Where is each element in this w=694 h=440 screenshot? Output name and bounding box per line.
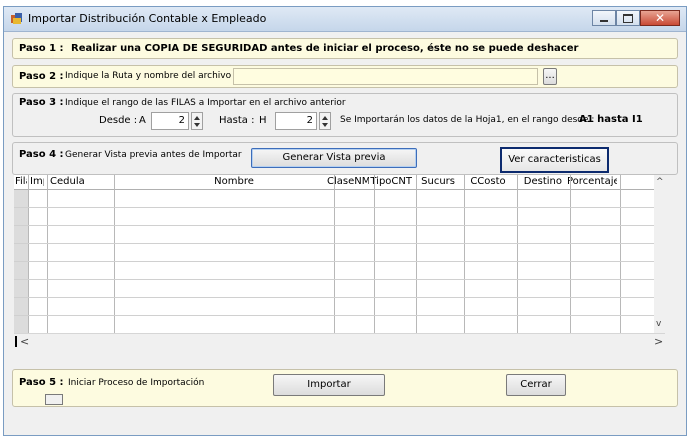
grid-col-divider xyxy=(416,175,417,333)
spinner-down-icon[interactable] xyxy=(322,123,328,127)
col-header-destino[interactable]: Destino xyxy=(516,176,562,188)
spinner-up-icon[interactable] xyxy=(322,116,328,120)
scroll-right-icon[interactable]: > xyxy=(654,335,663,348)
row-position-marker xyxy=(15,336,17,347)
paso3-text: Indique el rango de las FILAS a Importar… xyxy=(65,98,346,108)
col-header-porcentaje[interactable]: Porcentaje xyxy=(567,176,617,188)
grid-col-divider xyxy=(47,175,48,333)
vertical-scrollbar[interactable]: ^ v xyxy=(654,175,665,333)
paso4-panel: Paso 4 : Generar Vista previa antes de I… xyxy=(12,142,678,175)
hasta-spinner[interactable] xyxy=(319,112,331,130)
hasta-value: 2 xyxy=(306,115,313,126)
grid-col-divider xyxy=(334,175,335,333)
hasta-column: H xyxy=(259,115,267,126)
minimize-icon xyxy=(600,20,608,22)
desde-label: Desde : xyxy=(99,115,138,126)
hasta-input[interactable]: 2 xyxy=(275,112,317,130)
spinner-down-icon[interactable] xyxy=(194,123,200,127)
col-header-impo[interactable]: Impo xyxy=(30,176,44,188)
start-checkbox[interactable] xyxy=(45,394,63,405)
range-value: A1 hasta I1 xyxy=(579,114,643,125)
grid-col-divider xyxy=(28,175,29,333)
scroll-up-icon[interactable]: ^ xyxy=(656,177,664,187)
desde-spinner[interactable] xyxy=(191,112,203,130)
paso5-label: Paso 5 : xyxy=(19,377,64,388)
close-button[interactable]: Cerrar xyxy=(506,374,566,396)
import-button[interactable]: Importar xyxy=(273,374,385,396)
paso1-text: Realizar una COPIA DE SEGURIDAD antes de… xyxy=(71,43,579,54)
desde-column: A xyxy=(139,115,146,126)
col-header-fila[interactable]: Fila xyxy=(15,176,27,188)
maximize-button[interactable] xyxy=(616,10,640,26)
grid-col-divider xyxy=(464,175,465,333)
paso1-label: Paso 1 : xyxy=(19,43,64,54)
table-row xyxy=(14,261,654,262)
col-header-sucurs[interactable]: Sucurs xyxy=(413,176,455,188)
paso5-text: Iniciar Proceso de Importación xyxy=(68,378,205,388)
paso2-label: Paso 2 : xyxy=(19,71,64,82)
grid-col-divider xyxy=(114,175,115,333)
maximize-icon xyxy=(623,13,633,23)
desde-value: 2 xyxy=(178,115,185,126)
table-row xyxy=(14,297,654,298)
grid-col-divider xyxy=(374,175,375,333)
table-row xyxy=(14,225,654,226)
grid-col-divider xyxy=(517,175,518,333)
close-window-button[interactable]: ✕ xyxy=(640,10,680,26)
horizontal-scrollbar[interactable]: < > xyxy=(14,333,665,350)
view-features-button[interactable]: Ver caracteristicas xyxy=(500,147,609,173)
paso1-panel: Paso 1 : Realizar una COPIA DE SEGURIDAD… xyxy=(12,38,678,59)
file-path-input[interactable] xyxy=(233,68,538,85)
browse-file-button[interactable]: ... xyxy=(543,68,557,85)
col-header-tipocnt[interactable]: TipoCNT xyxy=(370,176,412,188)
col-header-nombre[interactable]: Nombre xyxy=(134,176,334,188)
paso4-text: Generar Vista previa antes de Importar xyxy=(65,150,242,160)
col-header-cedula[interactable]: Cedula xyxy=(50,176,90,188)
scroll-down-icon[interactable]: v xyxy=(656,319,661,329)
import-window: Importar Distribución Contable x Emplead… xyxy=(3,6,687,436)
table-row xyxy=(14,207,654,208)
range-description: Se Importarán los datos de la Hoja1, en … xyxy=(340,115,595,125)
app-icon xyxy=(11,13,22,24)
spinner-up-icon[interactable] xyxy=(194,116,200,120)
window-title: Importar Distribución Contable x Emplead… xyxy=(28,12,267,25)
title-bar: Importar Distribución Contable x Emplead… xyxy=(4,7,686,32)
generate-preview-button[interactable]: Generar Vista previa xyxy=(251,148,417,168)
col-header-ccosto[interactable]: CCosto xyxy=(464,176,512,188)
minimize-button[interactable] xyxy=(592,10,616,26)
paso2-text: Indique la Ruta y nombre del archivo xyxy=(65,71,232,81)
paso2-panel: Paso 2 : Indique la Ruta y nombre del ar… xyxy=(12,65,678,88)
hasta-label: Hasta : xyxy=(219,115,255,126)
paso3-panel: Paso 3 : Indique el rango de las FILAS a… xyxy=(12,93,678,137)
preview-grid[interactable]: Fila Impo Cedula Nombre ClaseNM TipoCNT … xyxy=(14,175,665,350)
paso3-label: Paso 3 : xyxy=(19,97,64,108)
desde-input[interactable]: 2 xyxy=(151,112,189,130)
paso5-panel: Paso 5 : Iniciar Proceso de Importación … xyxy=(12,369,678,407)
grid-col-divider xyxy=(620,175,621,333)
table-row xyxy=(14,315,654,316)
grid-col-divider xyxy=(570,175,571,333)
close-icon: ✕ xyxy=(654,11,666,25)
table-row xyxy=(14,279,654,280)
table-row xyxy=(14,243,654,244)
scroll-left-icon[interactable]: < xyxy=(20,335,29,348)
paso4-label: Paso 4 : xyxy=(19,149,64,160)
